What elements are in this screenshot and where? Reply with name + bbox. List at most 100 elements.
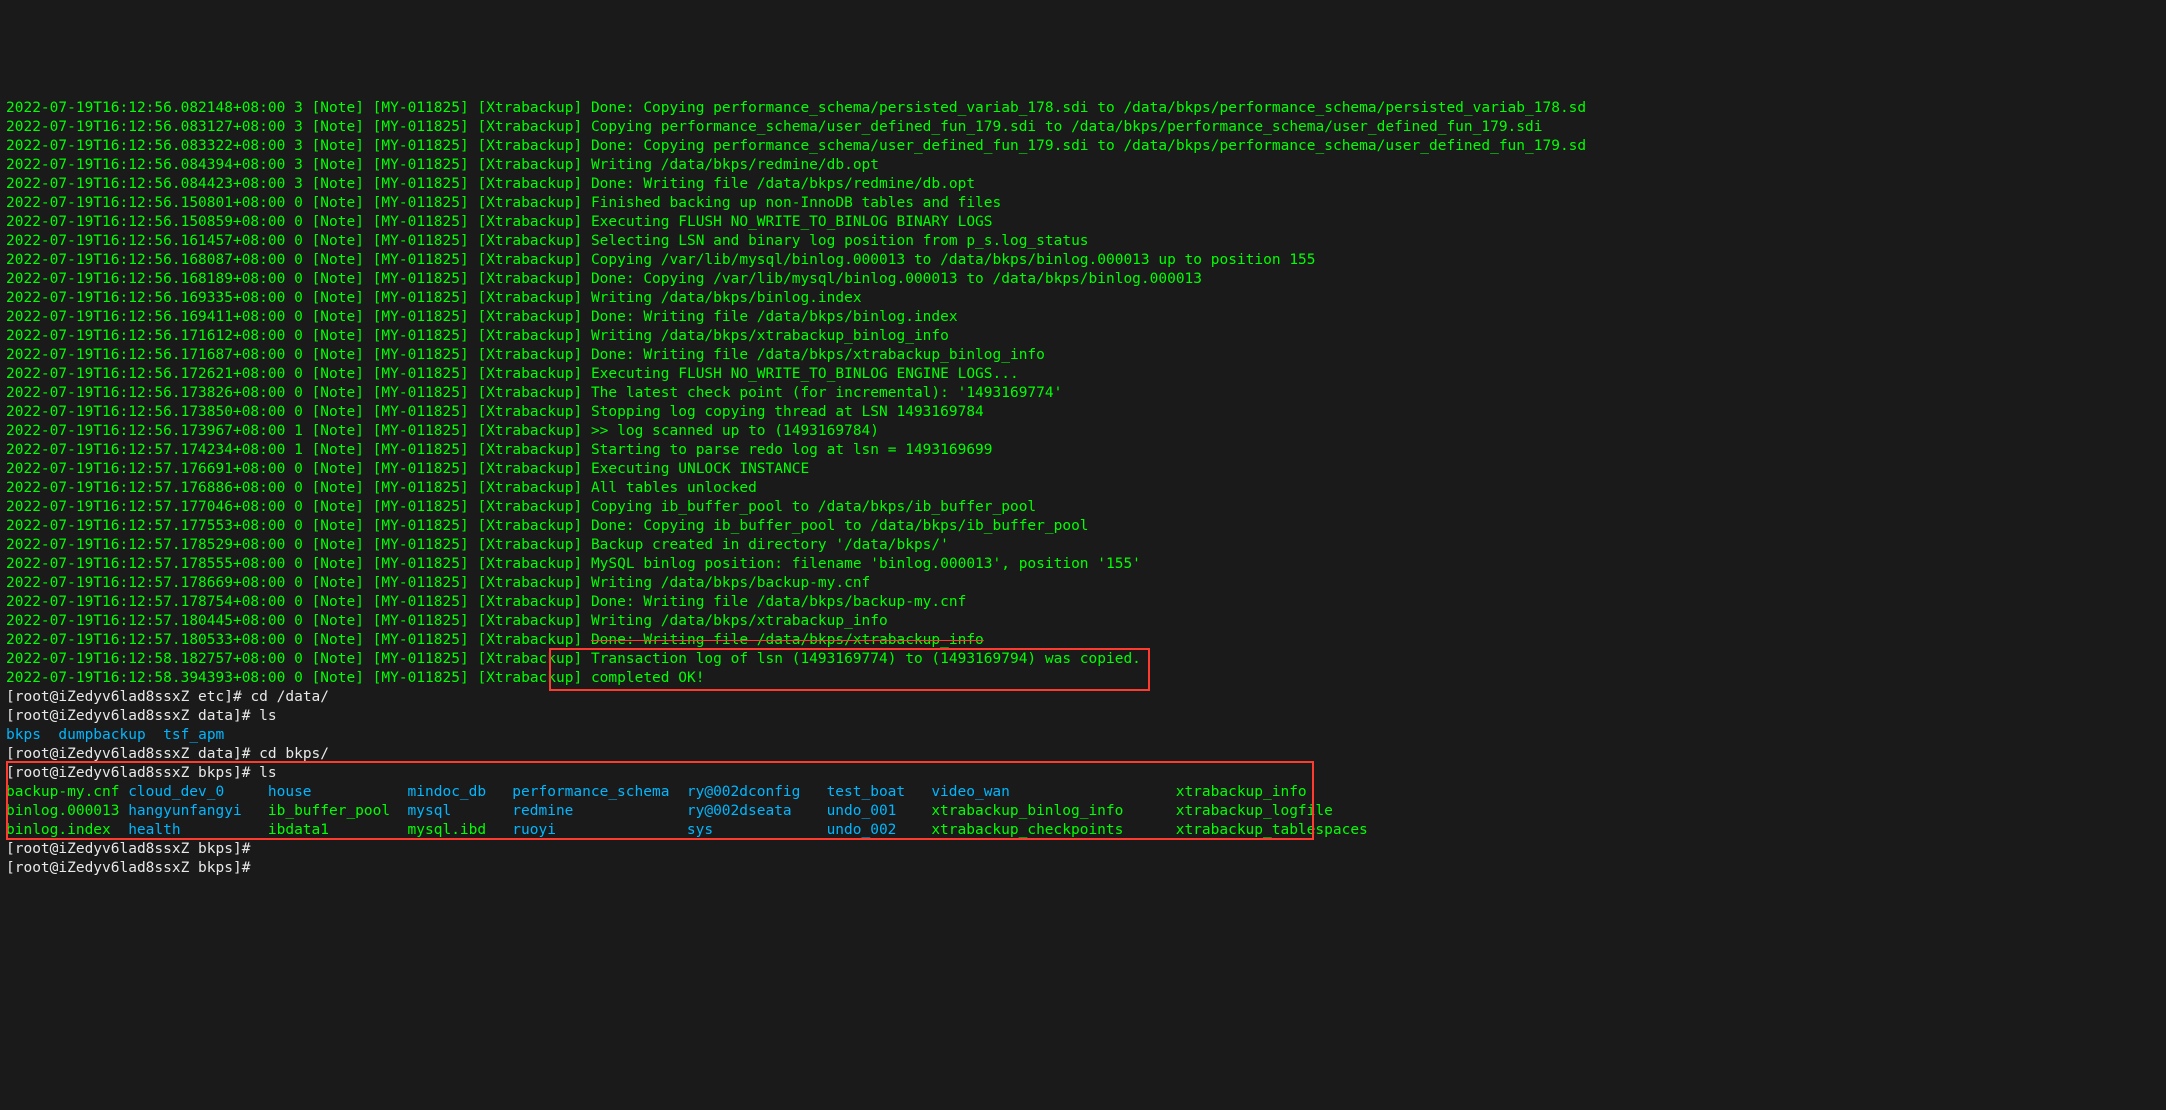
file-entry: binlog.index	[6, 821, 128, 840]
log-level: [Note]	[312, 518, 373, 534]
log-thread: 0	[294, 461, 311, 477]
log-code: [MY-011825]	[373, 157, 478, 173]
log-line: 2022-07-19T16:12:56.084423+08:00 3 [Note…	[6, 175, 2160, 194]
log-level: [Note]	[312, 499, 373, 515]
log-timestamp: 2022-07-19T16:12:57.178555+08:00	[6, 556, 294, 572]
dir-entry: house	[268, 783, 408, 802]
log-level: [Note]	[312, 195, 373, 211]
log-timestamp: 2022-07-19T16:12:57.180445+08:00	[6, 613, 294, 629]
log-line: 2022-07-19T16:12:56.083127+08:00 3 [Note…	[6, 118, 2160, 137]
log-line: 2022-07-19T16:12:56.150859+08:00 0 [Note…	[6, 213, 2160, 232]
log-component: [Xtrabackup]	[477, 518, 591, 534]
log-level: [Note]	[312, 138, 373, 154]
log-message: The latest check point (for incremental)…	[591, 385, 1062, 401]
log-code: [MY-011825]	[373, 461, 478, 477]
log-message: Done: Copying performance_schema/user_de…	[591, 138, 1586, 154]
log-code: [MY-011825]	[373, 290, 478, 306]
log-level: [Note]	[312, 290, 373, 306]
shell-prompt-ls-data[interactable]: [root@iZedyv6lad8ssxZ data]# ls	[6, 707, 2160, 726]
log-message: Done: Writing file /data/bkps/backup-my.…	[591, 594, 966, 610]
log-level: [Note]	[312, 347, 373, 363]
dir-entry: undo_001	[827, 802, 932, 821]
shell-prompt-cd-bkps[interactable]: [root@iZedyv6lad8ssxZ data]# cd bkps/	[6, 745, 2160, 764]
log-line: 2022-07-19T16:12:56.171687+08:00 0 [Note…	[6, 346, 2160, 365]
prompt-prefix: [root@iZedyv6lad8ssxZ bkps]#	[6, 765, 259, 781]
log-thread: 0	[294, 271, 311, 287]
log-thread: 0	[294, 651, 311, 667]
file-entry: xtrabackup_tablespaces	[1176, 821, 1368, 840]
log-component: [Xtrabackup]	[477, 100, 591, 116]
log-timestamp: 2022-07-19T16:12:56.168087+08:00	[6, 252, 294, 268]
log-message: Stopping log copying thread at LSN 14931…	[591, 404, 984, 420]
log-level: [Note]	[312, 670, 373, 686]
log-code: [MY-011825]	[373, 366, 478, 382]
log-message: Done: Writing file /data/bkps/xtrabackup…	[591, 632, 984, 648]
log-level: [Note]	[312, 594, 373, 610]
log-component: [Xtrabackup]	[477, 366, 591, 382]
log-code: [MY-011825]	[373, 651, 478, 667]
log-line: 2022-07-19T16:12:56.173826+08:00 0 [Note…	[6, 384, 2160, 403]
log-timestamp: 2022-07-19T16:12:56.084394+08:00	[6, 157, 294, 173]
prompt-command[interactable]: ls	[259, 708, 276, 724]
file-entry: xtrabackup_checkpoints	[931, 821, 1141, 840]
log-code: [MY-011825]	[373, 670, 478, 686]
log-thread: 0	[294, 252, 311, 268]
log-level: [Note]	[312, 632, 373, 648]
log-message: Writing /data/bkps/xtrabackup_info	[591, 613, 888, 629]
file-entry: xtrabackup_info	[1176, 783, 1368, 802]
prompt-prefix: [root@iZedyv6lad8ssxZ etc]#	[6, 689, 250, 705]
log-code: [MY-011825]	[373, 575, 478, 591]
log-message: Done: Writing file /data/bkps/binlog.ind…	[591, 309, 958, 325]
log-line: 2022-07-19T16:12:56.171612+08:00 0 [Note…	[6, 327, 2160, 346]
log-thread: 0	[294, 290, 311, 306]
shell-prompt-idle-1[interactable]: [root@iZedyv6lad8ssxZ bkps]#	[6, 840, 2160, 859]
log-message: >> log scanned up to (1493169784)	[591, 423, 879, 439]
log-thread: 0	[294, 195, 311, 211]
log-code: [MY-011825]	[373, 404, 478, 420]
shell-prompt-idle-2[interactable]: [root@iZedyv6lad8ssxZ bkps]#	[6, 859, 2160, 878]
shell-prompt-cd-data[interactable]: [root@iZedyv6lad8ssxZ etc]# cd /data/	[6, 688, 2160, 707]
file-entry: xtrabackup_binlog_info	[931, 802, 1141, 821]
log-line: 2022-07-19T16:12:56.173850+08:00 0 [Note…	[6, 403, 2160, 422]
log-timestamp: 2022-07-19T16:12:56.169411+08:00	[6, 309, 294, 325]
log-component: [Xtrabackup]	[477, 233, 591, 249]
log-level: [Note]	[312, 461, 373, 477]
log-timestamp: 2022-07-19T16:12:57.178754+08:00	[6, 594, 294, 610]
log-level: [Note]	[312, 252, 373, 268]
prompt-prefix: [root@iZedyv6lad8ssxZ bkps]#	[6, 841, 259, 857]
shell-prompt-ls-bkps[interactable]: [root@iZedyv6lad8ssxZ bkps]# ls	[6, 764, 2160, 783]
log-level: [Note]	[312, 366, 373, 382]
log-message: Done: Writing file /data/bkps/redmine/db…	[591, 176, 975, 192]
log-thread: 0	[294, 594, 311, 610]
log-timestamp: 2022-07-19T16:12:56.173850+08:00	[6, 404, 294, 420]
log-line: 2022-07-19T16:12:57.178555+08:00 0 [Note…	[6, 555, 2160, 574]
log-component: [Xtrabackup]	[477, 309, 591, 325]
log-thread: 0	[294, 632, 311, 648]
prompt-command[interactable]: cd /data/	[250, 689, 329, 705]
log-level: [Note]	[312, 328, 373, 344]
log-component: [Xtrabackup]	[477, 157, 591, 173]
log-message: Executing UNLOCK INSTANCE	[591, 461, 809, 477]
dir-entry: cloud_dev_0	[128, 783, 268, 802]
log-thread: 0	[294, 385, 311, 401]
log-message: Writing /data/bkps/xtrabackup_binlog_inf…	[591, 328, 949, 344]
prompt-command[interactable]: ls	[259, 765, 276, 781]
dir-entry: ruoyi	[512, 821, 687, 840]
ls-output-data: bkps dumpbackup tsf_apm	[6, 726, 2160, 745]
log-thread: 0	[294, 613, 311, 629]
log-thread: 0	[294, 670, 311, 686]
log-component: [Xtrabackup]	[477, 556, 591, 572]
prompt-command[interactable]: cd bkps/	[259, 746, 329, 762]
log-line: 2022-07-19T16:12:56.084394+08:00 3 [Note…	[6, 156, 2160, 175]
log-code: [MY-011825]	[373, 233, 478, 249]
log-code: [MY-011825]	[373, 442, 478, 458]
log-component: [Xtrabackup]	[477, 404, 591, 420]
log-line: 2022-07-19T16:12:56.168087+08:00 0 [Note…	[6, 251, 2160, 270]
log-level: [Note]	[312, 271, 373, 287]
log-timestamp: 2022-07-19T16:12:56.083322+08:00	[6, 138, 294, 154]
log-thread: 0	[294, 556, 311, 572]
log-component: [Xtrabackup]	[477, 119, 591, 135]
dir-entry: sys	[687, 821, 827, 840]
log-timestamp: 2022-07-19T16:12:57.178529+08:00	[6, 537, 294, 553]
terminal[interactable]: 2022-07-19T16:12:56.082148+08:00 3 [Note…	[0, 95, 2166, 882]
